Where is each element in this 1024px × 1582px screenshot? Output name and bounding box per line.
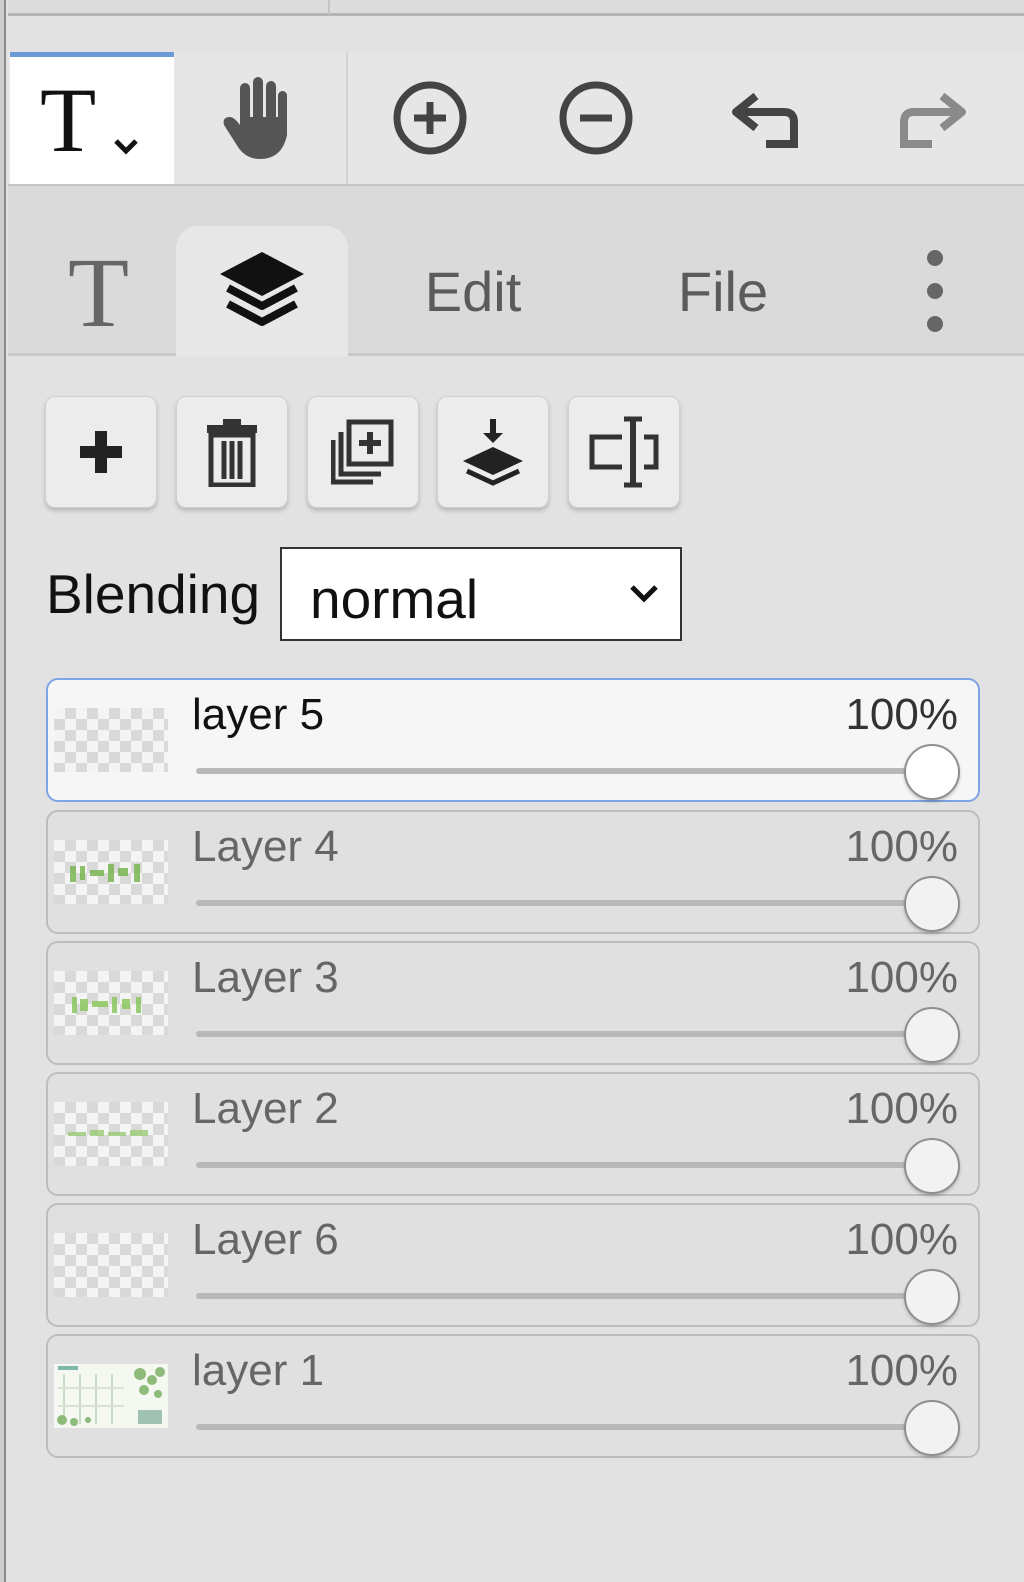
layer-opacity-value: 100% xyxy=(845,1215,958,1264)
layer-thumbnail-art xyxy=(68,1130,148,1136)
layer-thumbnail-art xyxy=(70,864,140,882)
layer-opacity-value: 100% xyxy=(845,1346,958,1395)
zoom-out-button[interactable] xyxy=(514,52,678,184)
vertical-ellipsis-icon xyxy=(927,250,943,332)
layer-row[interactable]: Layer 3 100% xyxy=(46,941,980,1065)
tab-edit-label: Edit xyxy=(424,259,522,323)
blending-select[interactable]: normal xyxy=(280,547,682,641)
layer-row[interactable]: Layer 2 100% xyxy=(46,1072,980,1196)
chevron-down-icon xyxy=(630,585,658,603)
layer-name: Layer 6 xyxy=(192,1215,339,1264)
layer-thumbnail xyxy=(54,1102,168,1166)
opacity-slider-track[interactable] xyxy=(196,1031,916,1037)
opacity-slider-thumb[interactable] xyxy=(904,876,960,932)
layer-opacity-value: 100% xyxy=(845,1084,958,1133)
opacity-slider-thumb[interactable] xyxy=(904,1007,960,1063)
opacity-slider-track[interactable] xyxy=(196,1293,916,1299)
duplicate-icon xyxy=(331,419,394,485)
duplicate-layer-button[interactable] xyxy=(307,396,419,508)
more-menu-button[interactable] xyxy=(898,226,972,356)
panel-tab-bar: T Edit File xyxy=(8,186,1024,356)
merge-down-icon xyxy=(463,419,523,486)
merge-down-button[interactable] xyxy=(437,396,549,508)
top-strip-divider xyxy=(328,0,330,14)
pan-tool-button[interactable] xyxy=(178,52,342,184)
layers-stack-icon xyxy=(220,252,304,326)
layer-thumbnail xyxy=(54,971,168,1035)
rename-icon xyxy=(589,416,659,488)
text-tool-button[interactable]: T xyxy=(10,52,174,184)
opacity-slider-track[interactable] xyxy=(196,768,916,774)
layer-name: Layer 3 xyxy=(192,953,339,1002)
zoom-in-icon xyxy=(393,81,467,155)
window-left-edge xyxy=(0,0,6,1582)
tab-file[interactable]: File xyxy=(628,226,818,356)
zoom-out-icon xyxy=(559,81,633,155)
layer-thumbnail xyxy=(54,840,168,904)
svg-text:T: T xyxy=(40,71,96,171)
zoom-in-button[interactable] xyxy=(348,52,512,184)
top-strip xyxy=(8,0,1024,16)
text-t-icon: T xyxy=(68,246,129,336)
layer-name: layer 1 xyxy=(192,1346,325,1395)
tab-layers[interactable] xyxy=(176,226,348,356)
svg-text:T: T xyxy=(68,246,129,336)
opacity-slider-track[interactable] xyxy=(196,900,916,906)
plus-icon xyxy=(80,431,122,473)
trash-icon xyxy=(207,419,257,487)
tab-text[interactable]: T xyxy=(26,226,176,356)
undo-icon xyxy=(732,92,798,148)
layer-row[interactable]: layer 1 100% xyxy=(46,1334,980,1458)
redo-icon xyxy=(900,92,966,148)
text-t-icon: T xyxy=(40,71,138,171)
layer-row[interactable]: layer 5 100% xyxy=(46,678,980,802)
layer-row[interactable]: Layer 4 100% xyxy=(46,810,980,934)
layer-opacity-value: 100% xyxy=(845,822,958,871)
opacity-slider-thumb[interactable] xyxy=(904,744,960,800)
layer-name: Layer 4 xyxy=(192,822,339,871)
opacity-slider-track[interactable] xyxy=(196,1424,916,1430)
layer-name: layer 5 xyxy=(192,690,325,739)
layer-name: Layer 2 xyxy=(192,1084,339,1133)
layer-thumbnail-art xyxy=(72,997,141,1013)
main-toolbar: T xyxy=(8,52,1024,186)
add-layer-button[interactable] xyxy=(45,396,157,508)
layer-opacity-value: 100% xyxy=(845,953,958,1002)
redo-button[interactable] xyxy=(850,52,1014,184)
blending-value: normal xyxy=(310,568,479,630)
opacity-slider-thumb[interactable] xyxy=(904,1269,960,1325)
hand-icon xyxy=(223,77,287,159)
layer-opacity-value: 100% xyxy=(845,690,958,739)
blending-label: Blending xyxy=(46,563,261,625)
layer-thumbnail xyxy=(54,1364,168,1428)
layer-row[interactable]: Layer 6 100% xyxy=(46,1203,980,1327)
tab-edit[interactable]: Edit xyxy=(378,226,568,356)
delete-layer-button[interactable] xyxy=(176,396,288,508)
layer-thumbnail xyxy=(54,708,168,772)
layer-thumbnail xyxy=(54,1233,168,1297)
rename-layer-button[interactable] xyxy=(568,396,680,508)
tab-file-label: File xyxy=(677,259,769,323)
opacity-slider-track[interactable] xyxy=(196,1162,916,1168)
opacity-slider-thumb[interactable] xyxy=(904,1400,960,1456)
opacity-slider-thumb[interactable] xyxy=(904,1138,960,1194)
layer-thumbnail-art xyxy=(54,1364,168,1428)
undo-button[interactable] xyxy=(684,52,848,184)
